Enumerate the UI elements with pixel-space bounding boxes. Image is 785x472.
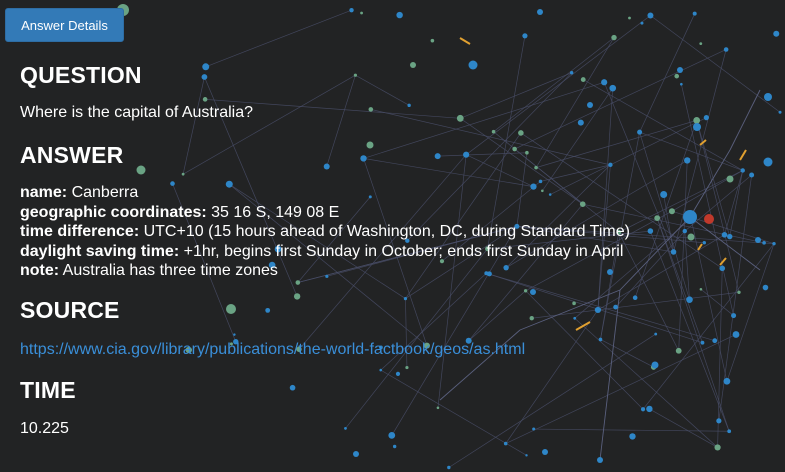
answer-key: time difference: — [20, 223, 140, 240]
answer-value: UTC+10 (15 hours ahead of Washington, DC… — [143, 223, 630, 240]
answer-row-daylight-saving: daylight saving time: +1hr, begins first… — [20, 242, 630, 262]
time-value: 10.225 — [20, 420, 69, 437]
answer-value: Canberra — [71, 184, 139, 201]
question-text: Where is the capital of Australia? — [20, 104, 254, 121]
answer-value: 35 16 S, 149 08 E — [211, 203, 340, 221]
answer-key: note: — [20, 262, 60, 279]
answer-row-time-difference: time difference: UTC+10 (15 hours ahead … — [20, 222, 630, 242]
question-heading: QUESTION — [20, 62, 142, 88]
source-link[interactable]: https://www.cia.gov/library/publications… — [20, 341, 525, 359]
answer-row-note: note: Australia has three time zones — [20, 261, 630, 281]
answer-key: daylight saving time: — [20, 242, 180, 260]
answer-row-coordinates: geographic coordinates: 35 16 S, 149 08 … — [20, 203, 630, 223]
answer-details-button[interactable]: Answer Details — [5, 8, 124, 42]
answer-value: Australia has three time zones — [62, 262, 278, 279]
source-heading: SOURCE — [20, 297, 120, 323]
answer-key: name: — [20, 184, 68, 201]
answer-details: name: Canberra geographic coordinates: 3… — [20, 183, 630, 281]
time-heading: TIME — [20, 377, 76, 403]
answer-key: geographic coordinates: — [20, 203, 207, 221]
answer-value: +1hr, begins first Sunday in October; en… — [183, 242, 624, 260]
answer-heading: ANSWER — [20, 142, 124, 168]
answer-row-name: name: Canberra — [20, 183, 630, 203]
